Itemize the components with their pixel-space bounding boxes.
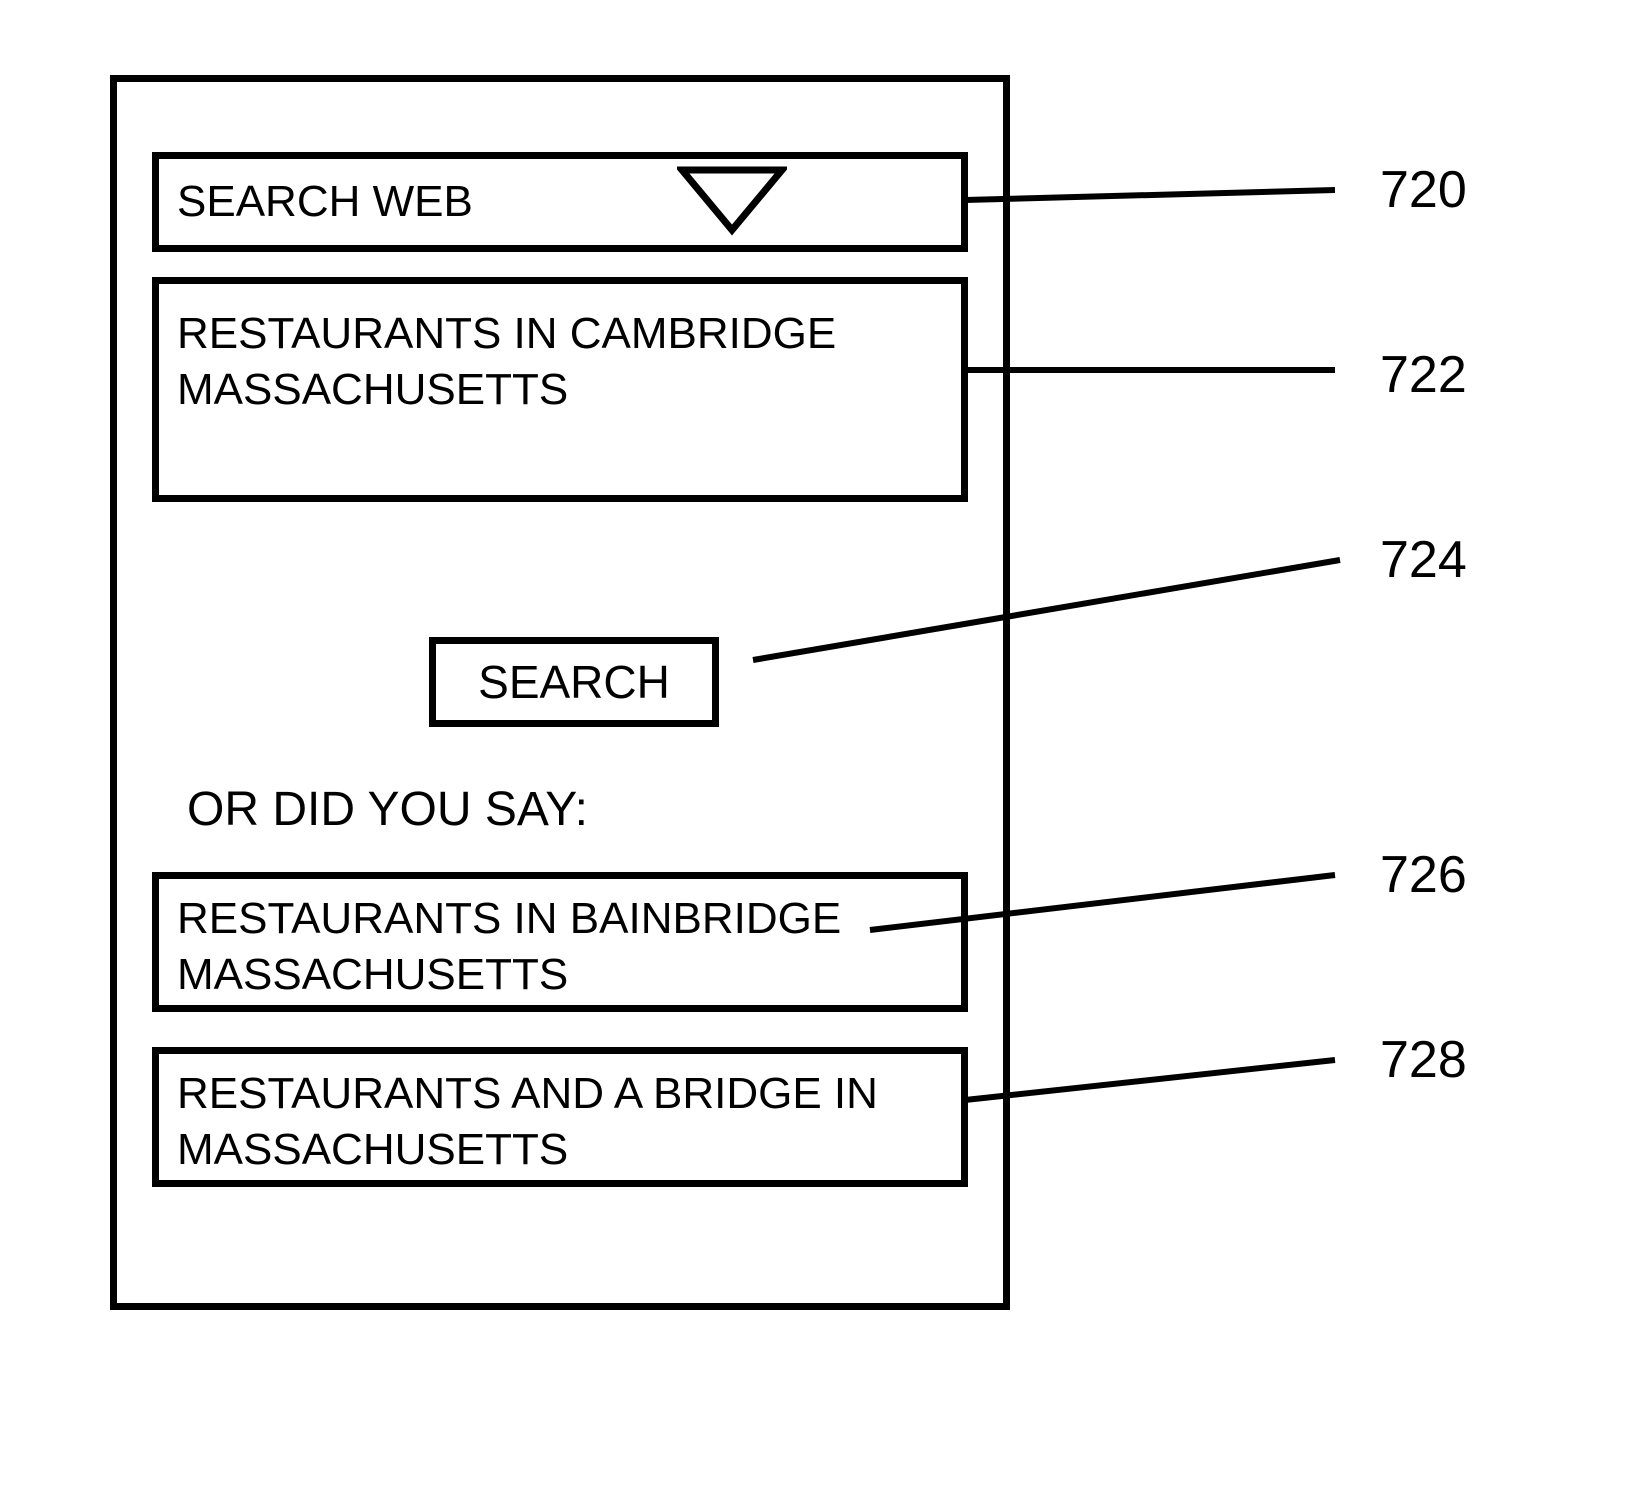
ref-728: 728	[1380, 1030, 1467, 1090]
diagram-stage: SEARCH WEB RESTAURANTS IN CAMBRIDGE MASS…	[0, 0, 1635, 1485]
ref-722: 722	[1380, 345, 1467, 405]
ref-724: 724	[1380, 530, 1467, 590]
ref-720: 720	[1380, 160, 1467, 220]
leader-lines	[0, 0, 1635, 1485]
ref-726: 726	[1380, 845, 1467, 905]
